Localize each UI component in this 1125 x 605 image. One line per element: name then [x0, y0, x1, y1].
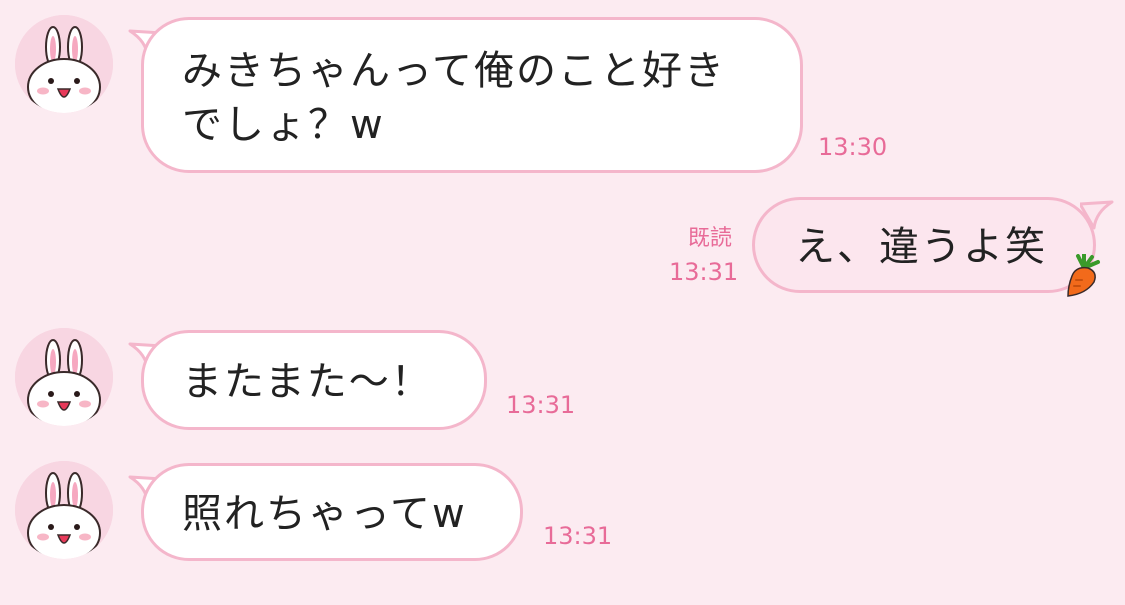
message-text: またまた〜！	[182, 359, 433, 405]
carrot-icon	[1067, 254, 1100, 297]
message-bubble[interactable]: みきちゃんって俺のこと好き でしょ？w	[141, 17, 803, 173]
message-bubble[interactable]: え、違うよ笑	[752, 197, 1096, 293]
bunny-icon	[15, 15, 113, 113]
message-bubble[interactable]: 照れちゃってw	[141, 463, 523, 561]
bunny-avatar[interactable]	[15, 461, 113, 559]
chat-view: みきちゃんって俺のこと好き でしょ？w 13:30 既読 13:31 え、違うよ…	[0, 0, 1125, 605]
message-time: 13:31	[669, 258, 739, 286]
message-time: 13:31	[543, 522, 613, 550]
message-text-line: でしょ？w	[182, 102, 385, 148]
message-bubble[interactable]: またまた〜！	[141, 330, 487, 430]
message-time: 13:30	[818, 133, 888, 161]
bubble-tail	[1080, 200, 1114, 230]
bunny-avatar[interactable]	[15, 328, 113, 426]
message-time: 13:31	[506, 391, 576, 419]
bunny-icon	[15, 328, 113, 426]
bunny-avatar[interactable]	[15, 15, 113, 113]
read-receipt: 既読	[688, 226, 733, 251]
message-text-line: みきちゃんって俺のこと好き	[182, 48, 726, 94]
bunny-icon	[15, 461, 113, 559]
message-text: 照れちゃってw	[182, 491, 467, 537]
message-text: え、違うよ笑	[795, 224, 1047, 270]
